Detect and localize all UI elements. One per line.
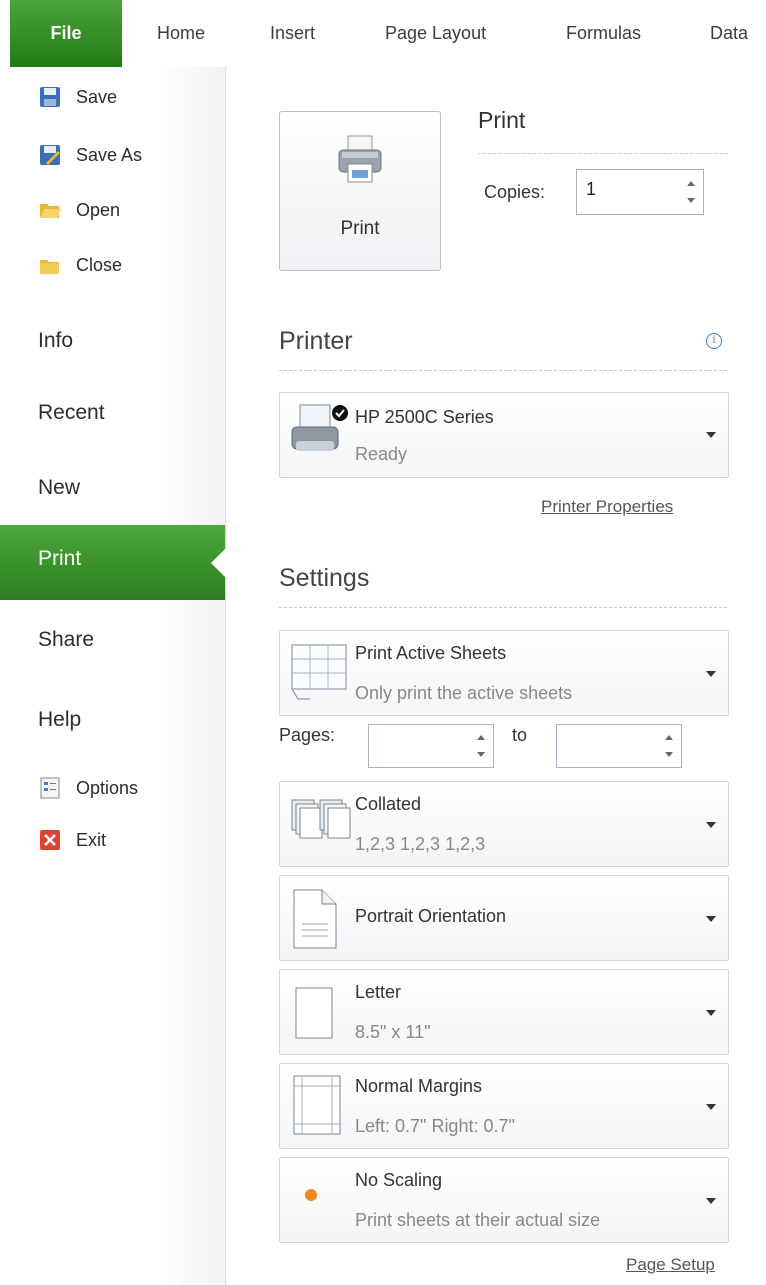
printer-device-icon: [290, 401, 350, 470]
chevron-down-icon: [706, 1104, 716, 1110]
tab-formulas[interactable]: Formulas: [566, 0, 641, 67]
tab-data[interactable]: Data: [710, 0, 748, 67]
nav-print-label: Print: [38, 547, 82, 570]
orientation-title: Portrait Orientation: [355, 906, 507, 926]
nav-share[interactable]: Share: [38, 628, 94, 652]
chevron-down-icon: [706, 432, 716, 438]
pages-to-input[interactable]: [556, 724, 682, 768]
pages-from-input[interactable]: [368, 724, 494, 768]
print-what-subtitle: Only print the active sheets: [355, 683, 573, 703]
settings-heading: Settings: [279, 564, 370, 592]
open-folder-icon: [38, 198, 62, 222]
paper-size-title: Letter: [355, 982, 402, 1002]
open-label: Open: [76, 199, 121, 220]
printer-status: Ready: [355, 444, 408, 464]
divider: [279, 370, 727, 371]
info-icon[interactable]: i: [706, 333, 722, 349]
print-heading: Print: [478, 107, 526, 133]
exit-icon: [38, 828, 62, 852]
exit-command[interactable]: Exit: [38, 822, 106, 858]
save-as-label: Save As: [76, 144, 143, 165]
save-label: Save: [76, 86, 118, 107]
margins-subtitle: Left: 0.7" Right: 0.7": [355, 1116, 515, 1136]
printer-properties-link[interactable]: Printer Properties: [541, 497, 673, 517]
print-pane: Print Print Copies: 1 Printer i HP 2500C…: [226, 67, 766, 1285]
scaling-title: No Scaling: [355, 1170, 443, 1190]
printer-icon: [336, 132, 384, 188]
nav-info[interactable]: Info: [38, 329, 73, 353]
nav-new[interactable]: New: [38, 476, 80, 500]
nav-help[interactable]: Help: [38, 708, 81, 732]
chevron-down-icon: [706, 1010, 716, 1016]
sheets-grid-icon: [290, 643, 350, 706]
close-folder-icon: [38, 253, 62, 277]
collation-subtitle: 1,2,3 1,2,3 1,2,3: [355, 834, 486, 854]
chevron-down-icon: [706, 1198, 716, 1204]
tab-file[interactable]: File: [10, 0, 122, 67]
save-as-command[interactable]: Save As: [38, 137, 142, 173]
options-label: Options: [76, 777, 139, 798]
paper-size-dropdown[interactable]: Letter 8.5" x 11": [279, 969, 729, 1055]
print-button-label: Print: [340, 218, 380, 239]
divider: [279, 607, 727, 608]
paper-size-icon: [290, 986, 340, 1047]
selected-notch: [211, 548, 226, 578]
printer-heading: Printer: [279, 327, 353, 355]
print-button[interactable]: Print: [279, 111, 441, 271]
save-icon: [38, 85, 62, 109]
collation-dropdown[interactable]: Collated 1,2,3 1,2,3 1,2,3: [279, 781, 729, 867]
spin-arrows-icon[interactable]: [474, 729, 488, 765]
margins-title: Normal Margins: [355, 1076, 483, 1096]
collation-title: Collated: [355, 794, 422, 814]
copies-value: 1: [586, 179, 597, 199]
save-as-icon: [38, 143, 62, 167]
paper-size-subtitle: 8.5" x 11": [355, 1022, 431, 1042]
spin-arrows-icon[interactable]: [662, 729, 676, 765]
printer-name: HP 2500C Series: [355, 407, 494, 427]
nav-print[interactable]: Print: [0, 525, 226, 600]
page-setup-link[interactable]: Page Setup: [626, 1255, 715, 1275]
portrait-page-icon: [290, 888, 340, 955]
orientation-dropdown[interactable]: Portrait Orientation: [279, 875, 729, 961]
chevron-down-icon: [706, 916, 716, 922]
printer-dropdown[interactable]: HP 2500C Series Ready: [279, 392, 729, 478]
options-command[interactable]: Options: [38, 770, 138, 806]
pages-label: Pages:: [279, 725, 336, 745]
chevron-down-icon: [706, 822, 716, 828]
tab-insert[interactable]: Insert: [270, 0, 315, 67]
to-label: to: [512, 725, 528, 745]
margins-dropdown[interactable]: Normal Margins Left: 0.7" Right: 0.7": [279, 1063, 729, 1149]
tab-page-layout[interactable]: Page Layout: [385, 0, 486, 67]
print-what-dropdown[interactable]: Print Active Sheets Only print the activ…: [279, 630, 729, 716]
close-command[interactable]: Close: [38, 247, 122, 283]
divider: [478, 153, 728, 154]
options-icon: [38, 776, 62, 800]
spin-arrows-icon[interactable]: [684, 174, 698, 210]
tab-home[interactable]: Home: [157, 0, 205, 67]
nav-recent[interactable]: Recent: [38, 401, 105, 425]
scaling-dropdown[interactable]: No Scaling Print sheets at their actual …: [279, 1157, 729, 1243]
close-label: Close: [76, 254, 123, 275]
scaling-subtitle: Print sheets at their actual size: [355, 1210, 601, 1230]
print-what-title: Print Active Sheets: [355, 643, 507, 663]
ribbon-tab-bar: File Home Insert Page Layout Formulas Da…: [0, 0, 766, 68]
collated-pages-icon: [290, 798, 352, 853]
open-command[interactable]: Open: [38, 192, 120, 228]
save-command[interactable]: Save: [38, 79, 117, 115]
exit-label: Exit: [76, 829, 107, 850]
copies-spinner[interactable]: 1: [576, 169, 704, 215]
backstage-nav: Save Save As Open Close Info Recent New …: [0, 67, 226, 1285]
copies-label: Copies:: [484, 182, 546, 202]
chevron-down-icon: [706, 671, 716, 677]
margins-icon: [290, 1074, 346, 1143]
no-scaling-dot-icon: [304, 1188, 318, 1207]
